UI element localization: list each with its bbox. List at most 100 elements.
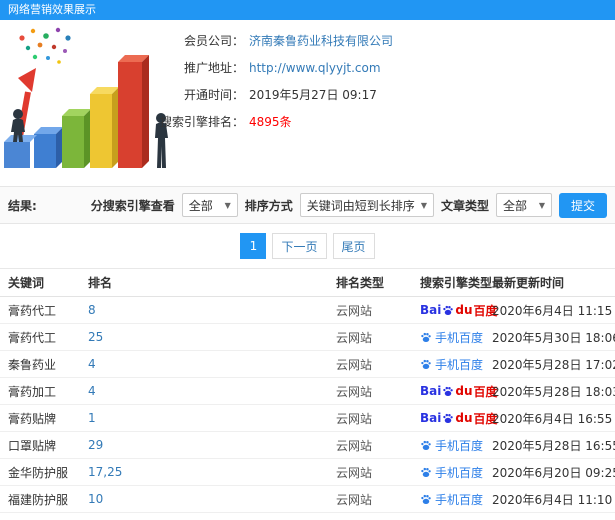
cell-rank-link[interactable]: 10 xyxy=(88,492,336,506)
baidu-paw-icon xyxy=(421,494,431,504)
cell-engine: 手机百度 xyxy=(420,437,492,454)
cell-keyword: 膏药代工 xyxy=(8,330,57,345)
results-table: 关键词 排名 排名类型 搜索引擎类型 最新更新时间 膏药代工 8 云网站 Bai… xyxy=(0,268,615,520)
cell-rank-link[interactable]: 8 xyxy=(88,303,336,317)
cell-engine: 手机百度 xyxy=(420,329,492,346)
cell-update-time: 2020年5月28日 17:02 xyxy=(492,357,615,372)
col-header-engine-type: 搜索引擎类型 xyxy=(420,276,493,290)
baidu-paw-icon xyxy=(443,386,454,396)
engine-filter-value: 全部 xyxy=(188,198,213,213)
baidu-pc-logo: Bai du 百度 xyxy=(420,411,498,426)
page-1-current[interactable]: 1 xyxy=(240,233,267,259)
cell-update-time: 2020年5月30日 18:06 xyxy=(492,330,615,345)
article-type-label: 文章类型 xyxy=(440,198,489,213)
confetti-dots xyxy=(19,27,71,64)
sort-filter-select[interactable]: 关键词由短到长排序 ▼ xyxy=(299,193,434,217)
cell-rank-link[interactable]: 29 xyxy=(88,438,336,452)
cell-keyword: 秦鲁药业 xyxy=(8,357,57,372)
baidu-paw-icon xyxy=(421,332,431,342)
cell-rank-type: 云网站 xyxy=(336,357,373,372)
cell-rank-type: 云网站 xyxy=(336,492,373,507)
cell-rank-type: 云网站 xyxy=(336,303,373,318)
rank-count-row: 搜索引擎排名： 4895条 xyxy=(148,108,393,135)
baidu-paw-icon xyxy=(421,467,431,477)
member-company-row: 会员公司： 济南秦鲁药业科技有限公司 xyxy=(148,27,393,54)
chevron-down-icon: ▼ xyxy=(224,200,231,210)
member-info: 会员公司： 济南秦鲁药业科技有限公司 推广地址： http://www.qlyy… xyxy=(148,27,393,135)
filter-bar: 结果: 分搜索引擎查看 全部 ▼ 排序方式 关键词由短到长排序 ▼ 文章类型 全… xyxy=(0,186,615,224)
member-company-link[interactable]: 济南秦鲁药业科技有限公司 xyxy=(249,32,393,49)
open-time-value: 2019年5月27日 09:17 xyxy=(249,88,377,102)
table-row: 膏药代工 25 云网站 手机百度 2020年5月30日 18:06 xyxy=(0,324,615,351)
open-time-label: 开通时间： xyxy=(183,88,244,102)
cell-engine: Bai du 百度 xyxy=(420,302,498,319)
open-time-row: 开通时间： 2019年5月27日 09:17 xyxy=(148,81,393,108)
baidu-paw-icon xyxy=(443,305,454,315)
promo-url-row: 推广地址： http://www.qlyyjt.com xyxy=(148,54,393,81)
cell-rank-type: 云网站 xyxy=(336,411,373,426)
cell-engine: 手机百度 xyxy=(420,464,492,481)
cell-engine: 手机百度 xyxy=(420,356,492,373)
cell-keyword: 膏药贴牌 xyxy=(8,411,57,426)
last-page-button[interactable]: 尾页 xyxy=(332,233,375,259)
cell-rank-link[interactable]: 25 xyxy=(88,330,336,344)
submit-button[interactable]: 提交 xyxy=(558,192,607,218)
next-page-button[interactable]: 下一页 xyxy=(272,233,327,259)
baidu-pc-logo: Bai du 百度 xyxy=(420,303,498,318)
cell-rank-link[interactable]: 4 xyxy=(88,357,336,371)
chevron-down-icon: ▼ xyxy=(538,200,545,210)
cell-rank-type: 云网站 xyxy=(336,384,373,399)
baidu-pc-logo: Bai du 百度 xyxy=(420,384,498,399)
rank-count-label: 搜索引擎排名： xyxy=(159,115,244,129)
col-header-rank: 排名 xyxy=(88,276,113,290)
cell-update-time: 2020年6月4日 11:15 xyxy=(492,303,613,318)
chevron-down-icon: ▼ xyxy=(420,200,427,210)
page-title: 网络营销效果展示 xyxy=(8,3,96,16)
baidu-paw-icon xyxy=(443,413,454,423)
cell-rank-link[interactable]: 1 xyxy=(88,411,336,425)
cell-engine: Bai du 百度 xyxy=(420,410,498,427)
cell-keyword: 金华防护服 xyxy=(8,465,69,480)
baidu-mobile-logo: 手机百度 xyxy=(420,329,483,346)
table-body: 膏药代工 8 云网站 Bai du 百度 2020年6月4日 11:15 膏药代工 … xyxy=(0,297,615,520)
baidu-paw-icon xyxy=(421,440,431,450)
baidu-mobile-logo: 手机百度 xyxy=(420,464,483,481)
baidu-mobile-logo: 手机百度 xyxy=(420,356,483,373)
chart-bars xyxy=(34,55,149,168)
summary-section: 会员公司： 济南秦鲁药业科技有限公司 推广地址： http://www.qlyy… xyxy=(0,20,615,186)
table-row: 福建防护服 10 云网站 手机百度 2020年6月4日 11:10 xyxy=(0,486,615,513)
table-row: 秦鲁药业 4 云网站 手机百度 2020年5月28日 17:02 xyxy=(0,351,615,378)
col-header-update-time: 最新更新时间 xyxy=(492,276,565,290)
cell-rank-link[interactable]: 4 xyxy=(88,384,336,398)
baidu-paw-icon xyxy=(421,359,431,369)
cell-rank-type: 云网站 xyxy=(336,330,373,345)
baidu-mobile-logo: 手机百度 xyxy=(420,491,483,508)
table-header-row: 关键词 排名 排名类型 搜索引擎类型 最新更新时间 xyxy=(0,269,615,297)
table-row: 膏药贴牌 1 云网站 Bai du 百度 2020年6月4日 16:55 xyxy=(0,405,615,432)
engine-filter-select[interactable]: 全部 ▼ xyxy=(181,193,238,217)
table-row: 金华防护服 17,25 云网站 手机百度 2020年6月20日 09:25 xyxy=(0,459,615,486)
cell-update-time: 2020年6月4日 16:55 xyxy=(492,411,613,426)
cell-engine: 手机百度 xyxy=(420,491,492,508)
article-type-value: 全部 xyxy=(502,198,527,213)
left-figure xyxy=(4,109,37,168)
engine-filter-label: 分搜索引擎查看 xyxy=(90,198,175,213)
sort-filter-value: 关键词由短到长排序 xyxy=(306,198,415,213)
cell-engine: Bai du 百度 xyxy=(420,383,498,400)
promo-url-label: 推广地址： xyxy=(183,61,244,75)
cell-update-time: 2020年6月20日 09:25 xyxy=(492,465,615,480)
promo-url-link[interactable]: http://www.qlyyjt.com xyxy=(249,61,381,75)
cell-keyword: 膏药代工 xyxy=(8,303,57,318)
cell-update-time: 2020年5月28日 18:03 xyxy=(492,384,615,399)
cell-keyword: 膏药加工 xyxy=(8,384,57,399)
cell-update-time: 2020年5月28日 16:55 xyxy=(492,438,615,453)
article-type-select[interactable]: 全部 ▼ xyxy=(495,193,552,217)
cell-rank-type: 云网站 xyxy=(336,465,373,480)
rank-count-value: 4895条 xyxy=(249,115,292,129)
cell-rank-link[interactable]: 17,25 xyxy=(88,465,336,479)
member-company-label: 会员公司： xyxy=(183,34,244,48)
cell-update-time: 2020年6月4日 11:10 xyxy=(492,492,613,507)
col-header-rank-type: 排名类型 xyxy=(336,276,385,290)
table-row: 膏药加工 4 云网站 Bai du 百度 2020年5月28日 18:03 xyxy=(0,378,615,405)
cell-rank-type: 云网站 xyxy=(336,438,373,453)
